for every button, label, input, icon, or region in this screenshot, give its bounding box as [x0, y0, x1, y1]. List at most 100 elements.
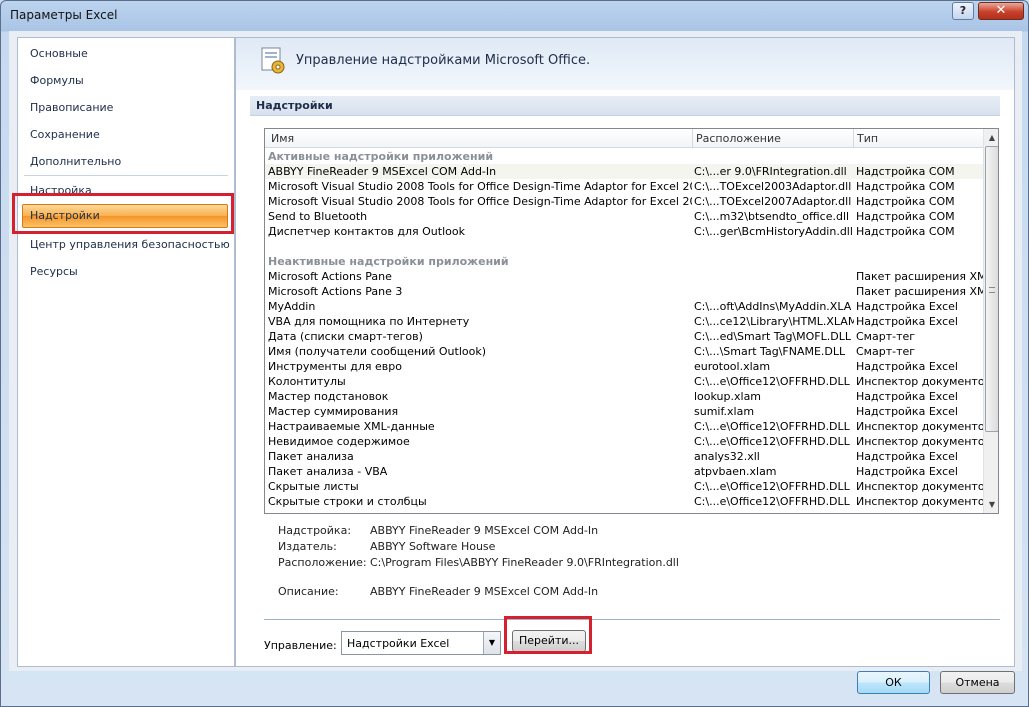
- row-location: lookup.xlam: [694, 390, 762, 403]
- sidebar-item-formulas[interactable]: Формулы: [30, 71, 84, 91]
- section-title: Надстройки: [256, 99, 333, 112]
- addins-panel: Управление надстройками Microsoft Office…: [235, 37, 1015, 667]
- row-type: Инспектор документов: [856, 375, 984, 388]
- row-location: C:\...e\Office12\OFFRHD.DLL: [694, 420, 850, 433]
- table-row[interactable]: Имя (получатели сообщений Outlook) C:\..…: [265, 344, 983, 359]
- row-name: Инструменты для евро: [268, 360, 402, 373]
- table-row[interactable]: ABBYY FineReader 9 MSExcel COM Add-In C:…: [265, 164, 983, 179]
- column-name[interactable]: Имя: [271, 132, 294, 145]
- sidebar-item-proofing[interactable]: Правописание: [30, 98, 113, 118]
- row-name: Мастер суммирования: [268, 405, 399, 418]
- row-type: Смарт-тег: [856, 330, 916, 343]
- detail-addin-value: ABBYY FineReader 9 MSExcel COM Add-In: [370, 524, 599, 537]
- row-type: Смарт-тег: [856, 345, 916, 358]
- manage-dropdown-value: Надстройки Excel: [347, 637, 450, 650]
- row-location: C:\...oft\AddIns\MyAddin.XLA: [694, 300, 852, 313]
- detail-location-value: C:\Program Files\ABBYY FineReader 9.0\FR…: [370, 556, 679, 569]
- close-button[interactable]: ✕: [978, 2, 1024, 20]
- row-type: Пакет расширения XML: [856, 270, 984, 283]
- row-type: Надстройка Excel: [856, 405, 958, 418]
- window-title: Параметры Excel: [10, 8, 118, 22]
- table-row[interactable]: Настраиваемые XML-данные C:\...e\Office1…: [265, 419, 984, 434]
- table-row[interactable]: Колонтитулы C:\...e\Office12\OFFRHD.DLL …: [265, 374, 984, 389]
- row-location: C:\...m32\btsendto_office.dll: [694, 210, 850, 223]
- sidebar-item-save[interactable]: Сохранение: [30, 125, 100, 145]
- table-row[interactable]: Дата (списки смарт-тегов) C:\...ed\Smart…: [265, 329, 983, 344]
- row-name: Microsoft Actions Pane: [268, 270, 392, 283]
- manage-dropdown[interactable]: Надстройки Excel ▼: [341, 631, 501, 655]
- table-row[interactable]: Инструменты для евро eurotool.xlam Надст…: [265, 359, 983, 374]
- row-location: C:\...e\Office12\OFFRHD.DLL: [694, 495, 850, 508]
- table-row[interactable]: VBA для помощника по Интернету C:\...ce1…: [265, 314, 983, 329]
- row-location: C:\...e\Office12\OFFRHD.DLL: [694, 435, 850, 448]
- sidebar-item-trust-center[interactable]: Центр управления безопасностью: [30, 235, 230, 255]
- row-name: MyAddin: [268, 300, 316, 313]
- column-type[interactable]: Тип: [857, 132, 878, 145]
- row-type: Надстройка Excel: [856, 315, 958, 328]
- row-name: Скрытые листы: [268, 480, 359, 493]
- table-row[interactable]: Скрытые листы C:\...e\Office12\OFFRHD.DL…: [265, 479, 984, 494]
- row-location: atpvbaen.xlam: [694, 465, 777, 478]
- panel-header: Управление надстройками Microsoft Office…: [236, 38, 1014, 90]
- row-name: Колонтитулы: [268, 375, 346, 388]
- row-name: Невидимое содержимое: [268, 435, 410, 448]
- row-name: ABBYY FineReader 9 MSExcel COM Add-In: [268, 165, 497, 178]
- row-name: Дата (списки смарт-тегов): [268, 330, 423, 343]
- row-name: Диспетчер контактов для Outlook: [268, 225, 465, 238]
- cancel-button[interactable]: Отмена: [940, 671, 1015, 694]
- table-row[interactable]: Microsoft Actions Pane Пакет расширения …: [265, 269, 984, 284]
- sidebar-divider: [24, 175, 228, 176]
- section-header: Надстройки: [250, 96, 1000, 116]
- row-type: Надстройка Excel: [856, 465, 958, 478]
- table-row[interactable]: Send to Bluetooth C:\...m32\btsendto_off…: [265, 209, 983, 224]
- row-location: analys32.xll: [694, 450, 760, 463]
- table-row[interactable]: Мастер суммирования sumif.xlam Надстройк…: [265, 404, 983, 419]
- row-location: C:\...e\Office12\OFFRHD.DLL: [694, 480, 850, 493]
- row-location: C:\...ger\BcmHistoryAddin.dll: [694, 225, 853, 238]
- table-row[interactable]: Microsoft Visual Studio 2008 Tools for O…: [265, 194, 983, 209]
- row-name: Настраиваемые XML-данные: [268, 420, 435, 433]
- excel-options-dialog: Параметры Excel ? ✕ Основные Формулы Пра…: [0, 0, 1029, 707]
- row-type: Надстройка COM: [856, 195, 955, 208]
- table-row[interactable]: Пакет анализа - VBA atpvbaen.xlam Надстр…: [265, 464, 983, 479]
- column-separator[interactable]: [853, 129, 854, 147]
- annotation-highlight-addins: [12, 193, 234, 234]
- table-row[interactable]: Скрытые строки и столбцы C:\...e\Office1…: [265, 494, 984, 509]
- row-type: Пакет расширения XML: [856, 285, 984, 298]
- table-row[interactable]: Microsoft Actions Pane 3 Пакет расширени…: [265, 284, 984, 299]
- column-separator[interactable]: [692, 129, 693, 147]
- row-location: C:\...\Smart Tag\FNAME.DLL: [694, 345, 846, 358]
- table-row[interactable]: Мастер подстановок lookup.xlam Надстройк…: [265, 389, 983, 404]
- row-location: C:\...TOExcel2003Adaptor.dll: [694, 180, 852, 193]
- scroll-up-icon[interactable]: ▲: [985, 130, 998, 145]
- row-name: Microsoft Actions Pane 3: [268, 285, 403, 298]
- chevron-down-icon[interactable]: ▼: [483, 632, 500, 654]
- sidebar-item-main[interactable]: Основные: [30, 44, 88, 64]
- row-type: Надстройка Excel: [856, 390, 958, 403]
- row-type: Надстройка COM: [856, 165, 955, 178]
- scroll-thumb[interactable]: [985, 146, 998, 432]
- table-row[interactable]: MyAddin C:\...oft\AddIns\MyAddin.XLA Над…: [265, 299, 983, 314]
- row-location: sumif.xlam: [694, 405, 755, 418]
- sidebar-item-resources[interactable]: Ресурсы: [30, 262, 78, 282]
- detail-publisher-label: Издатель:: [278, 540, 337, 553]
- detail-location-label: Расположение:: [278, 556, 367, 569]
- scroll-grip-icon: [989, 287, 995, 293]
- row-name: Microsoft Visual Studio 2008 Tools for O…: [268, 195, 692, 208]
- addins-list[interactable]: Имя Расположение Тип Активные надстройки…: [264, 128, 999, 514]
- title-bar[interactable]: Параметры Excel ? ✕: [1, 1, 1028, 31]
- column-location[interactable]: Расположение: [696, 132, 781, 145]
- table-row[interactable]: Microsoft Visual Studio 2008 Tools for O…: [265, 179, 983, 194]
- row-name: Send to Bluetooth: [268, 210, 368, 223]
- table-row[interactable]: Диспетчер контактов для Outlook C:\...ge…: [265, 224, 983, 239]
- scroll-down-icon[interactable]: ▼: [985, 497, 998, 512]
- table-row[interactable]: Невидимое содержимое C:\...e\Office12\OF…: [265, 434, 984, 449]
- list-scrollbar[interactable]: ▲ ▼: [983, 129, 998, 513]
- row-type: Инспектор документов: [856, 495, 984, 508]
- sidebar: Основные Формулы Правописание Сохранение…: [17, 37, 235, 667]
- sidebar-item-advanced[interactable]: Дополнительно: [30, 152, 121, 172]
- help-button[interactable]: ?: [952, 2, 974, 20]
- row-name: Мастер подстановок: [268, 390, 389, 403]
- table-row[interactable]: Пакет анализа analys32.xll Надстройка Ex…: [265, 449, 983, 464]
- ok-button[interactable]: ОК: [857, 671, 930, 694]
